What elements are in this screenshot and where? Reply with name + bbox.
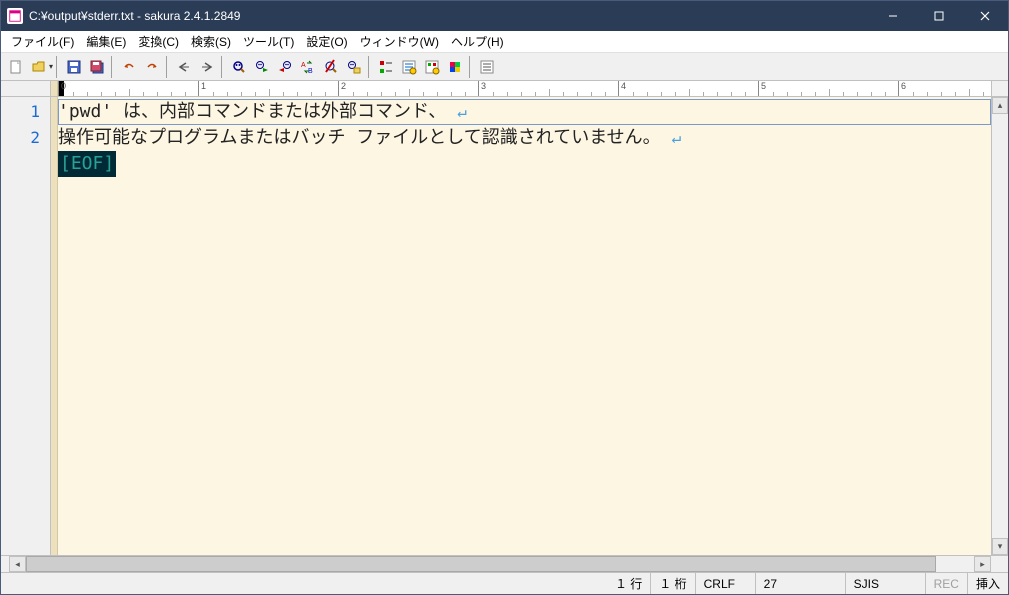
window-controls [870, 1, 1008, 31]
svg-text:A: A [301, 62, 306, 69]
change-strip-header [51, 81, 58, 96]
editor-body: 1 2 'pwd' は、内部コマンドまたは外部コマンド、 ↵ 操作可能なプログラ… [1, 97, 1008, 555]
common-settings-button[interactable] [421, 56, 443, 78]
type-settings-button[interactable] [398, 56, 420, 78]
open-dropdown-icon[interactable]: ▾ [49, 62, 53, 71]
outdent-button[interactable] [173, 56, 195, 78]
line-number-gutter[interactable]: 1 2 [1, 97, 51, 555]
status-insert-mode[interactable]: 挿入 [968, 573, 1008, 594]
status-line[interactable]: １ 行 [607, 573, 651, 594]
text-editor[interactable]: 'pwd' は、内部コマンドまたは外部コマンド、 ↵ 操作可能なプログラムまたは… [58, 97, 991, 555]
status-rec[interactable]: REC [926, 573, 968, 594]
menu-edit[interactable]: 編集(E) [80, 31, 132, 52]
search-mark-button[interactable] [320, 56, 342, 78]
undo-button[interactable] [118, 56, 140, 78]
menu-window[interactable]: ウィンドウ(W) [354, 31, 445, 52]
new-file-button[interactable] [5, 56, 27, 78]
ruler-major-tick: 2 [338, 81, 478, 96]
menu-bar: ファイル(F) 編集(E) 変換(C) 検索(S) ツール(T) 設定(O) ウ… [1, 31, 1008, 53]
text-line[interactable]: 'pwd' は、内部コマンドまたは外部コマンド、 ↵ [58, 99, 991, 125]
scroll-corner [991, 556, 1008, 572]
menu-setting[interactable]: 設定(O) [300, 31, 353, 52]
save-all-button[interactable] [86, 56, 108, 78]
eof-line: [EOF] [58, 151, 991, 177]
outline-button[interactable] [375, 56, 397, 78]
minimize-button[interactable] [870, 1, 916, 31]
status-encoding[interactable]: SJIS [846, 573, 926, 594]
ruler-major-tick: 4 [618, 81, 758, 96]
maximize-button[interactable] [916, 1, 962, 31]
search-button[interactable] [228, 56, 250, 78]
text-line[interactable]: 操作可能なプログラムまたはバッチ ファイルとして認識されていません。 ↵ [58, 125, 991, 151]
ruler-corner [991, 81, 1008, 96]
scroll-v-track[interactable] [992, 114, 1008, 538]
ruler-major-tick: 5 [758, 81, 898, 96]
window-title: C:¥output¥stderr.txt - sakura 2.4.1.2849 [29, 9, 870, 23]
grep-button[interactable] [343, 56, 365, 78]
line-text: 操作可能なプログラムまたはバッチ ファイルとして認識されていません。 [58, 127, 661, 148]
scroll-h-track[interactable] [26, 556, 974, 572]
ruler-major-tick: 3 [478, 81, 618, 96]
status-charcode[interactable]: 27 [756, 573, 846, 594]
horizontal-scrollbar[interactable]: ◂ ▸ [1, 555, 1008, 572]
scroll-down-button[interactable]: ▾ [992, 538, 1008, 555]
redo-button[interactable] [141, 56, 163, 78]
crlf-icon: ↵ [457, 102, 467, 121]
scroll-left-button[interactable]: ◂ [9, 556, 26, 572]
editor-area: 0123456 1 2 'pwd' は、内部コマンドまたは外部コマンド、 ↵ 操… [1, 81, 1008, 572]
eof-marker: [EOF] [58, 151, 116, 177]
app-window: C:¥output¥stderr.txt - sakura 2.4.1.2849… [0, 0, 1009, 595]
vertical-scrollbar[interactable]: ▴ ▾ [991, 97, 1008, 555]
status-eol[interactable]: CRLF [696, 573, 756, 594]
indent-button[interactable] [196, 56, 218, 78]
title-bar[interactable]: C:¥output¥stderr.txt - sakura 2.4.1.2849 [1, 1, 1008, 31]
open-file-button[interactable] [28, 56, 50, 78]
menu-convert[interactable]: 変換(C) [132, 31, 185, 52]
menu-file[interactable]: ファイル(F) [5, 31, 80, 52]
color-settings-button[interactable] [444, 56, 466, 78]
toolbar: ▾ AB [1, 53, 1008, 81]
search-next-button[interactable] [251, 56, 273, 78]
save-button[interactable] [63, 56, 85, 78]
search-prev-button[interactable] [274, 56, 296, 78]
menu-tool[interactable]: ツール(T) [237, 31, 300, 52]
menu-help[interactable]: ヘルプ(H) [445, 31, 510, 52]
status-bar: １ 行 １ 桁 CRLF 27 SJIS REC 挿入 [1, 572, 1008, 594]
ruler[interactable]: 0123456 [58, 81, 991, 96]
status-column[interactable]: １ 桁 [651, 573, 695, 594]
app-icon [7, 8, 23, 24]
line-text: 'pwd' は、内部コマンドまたは外部コマンド、 [58, 101, 446, 122]
ruler-major-tick: 6 [898, 81, 991, 96]
command-list-button[interactable] [476, 56, 498, 78]
scroll-up-button[interactable]: ▴ [992, 97, 1008, 114]
scroll-h-thumb[interactable] [26, 556, 936, 572]
ruler-major-tick: 0 [58, 81, 198, 96]
crlf-icon: ↵ [672, 128, 682, 147]
close-button[interactable] [962, 1, 1008, 31]
ruler-row: 0123456 [1, 81, 1008, 97]
line-number: 1 [1, 99, 50, 125]
change-strip [51, 97, 58, 555]
line-number: 2 [1, 125, 50, 151]
menu-search[interactable]: 検索(S) [185, 31, 237, 52]
gutter-corner [1, 81, 51, 96]
replace-button[interactable]: AB [297, 56, 319, 78]
ruler-major-tick: 1 [198, 81, 338, 96]
scroll-right-button[interactable]: ▸ [974, 556, 991, 572]
